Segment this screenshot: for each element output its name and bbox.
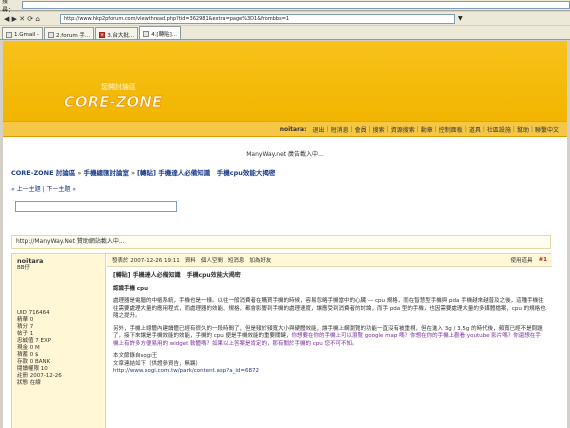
post-meta-bar: 發表於 2007-12-26 19:11 資料 個人空間 短消息 加為好友 使用…: [107, 254, 552, 267]
author-stats: UID 716464 精華 0 積分 7 帖子 1 忠誠值 7 EXP 現金 0…: [17, 310, 100, 387]
stat-posts: 帖子 1: [17, 331, 34, 337]
stat-read-permission: 閱讀權限 10: [17, 366, 48, 372]
tab-strip: 1.Gmail - 2.forum 手... ✕ 3.台大批... 4.[轉貼]…: [0, 26, 570, 40]
post-link-message[interactable]: 短消息: [228, 256, 245, 264]
stat-digest: 精華 0: [17, 317, 34, 323]
nav-username[interactable]: noitara:: [280, 126, 307, 133]
nav-medals[interactable]: 勳章: [421, 125, 433, 134]
x-icon: ✕: [99, 31, 106, 38]
source-link-label: 文章連結如下（供證參資告，無羈）: [113, 360, 202, 367]
nav-members[interactable]: 會員: [355, 125, 367, 134]
use-tool-link[interactable]: 使用道具: [511, 256, 533, 264]
forum-navbar: noitara: 退出 | 短消息 | 會員 | 搜索 | 資源搜索 | 勳章 | 控制面板…: [3, 121, 567, 137]
breadcrumb-forum[interactable]: CORE-ZONE 討論區: [11, 169, 75, 177]
nav-search[interactable]: 搜索: [373, 125, 385, 134]
nav-facilities[interactable]: 社區設施: [487, 125, 511, 134]
post-paragraph-2: 另外，手機上總體內建讀體已經有很久的一段時間了，但是頻於頻寬大小與硬體效能，讓手…: [113, 325, 543, 347]
site-logo[interactable]: CORE-ZONE: [63, 87, 163, 113]
post-body: [轉貼] 手機達人必備知識 手機cpu效能大揭密 認識手機 cpu 處理器是電腦…: [107, 267, 552, 381]
stat-status: 狀態 在線: [17, 380, 41, 386]
nav-tools[interactable]: 道具: [469, 125, 481, 134]
thread-pager[interactable]: « 上一主題 | 下一主題 »: [11, 184, 76, 193]
url-dropdown-icon[interactable]: ▼: [458, 15, 463, 22]
logo-text: CORE-ZONE: [64, 93, 163, 111]
post-title: [轉貼] 手機達人必備知識 手機cpu效能大揭密: [113, 272, 241, 279]
post-time: 發表於 2007-12-26 19:11: [112, 258, 180, 264]
post-link-space[interactable]: 個人空間: [201, 256, 223, 264]
breadcrumb: CORE-ZONE 討論區 » 手機總匯討論室 » [轉貼] 手機達人必備知識 …: [11, 169, 276, 177]
breadcrumb-thread: [轉貼] 手機達人必備知識 手機cpu效能大揭密: [137, 169, 276, 177]
sponsor-ad-bar: http://ManyWay.Net 贊助網站載入中...: [11, 235, 551, 249]
tab-label: 3.台大批...: [107, 32, 135, 39]
tab-label: 4.[轉貼]...: [151, 32, 177, 38]
nav-help[interactable]: 幫助: [517, 125, 529, 134]
post-heading: 認識手機 cpu: [113, 285, 149, 292]
nav-control-panel[interactable]: 控制面板: [439, 125, 463, 134]
address-bar: ◀ ▶ ✕ ⟳ ⌂ http://www.hkp2pforum.com/view…: [0, 12, 570, 25]
breadcrumb-board[interactable]: 手機總匯討論室: [83, 169, 129, 177]
nav-arrows[interactable]: ◀ ▶ ✕ ⟳ ⌂: [4, 15, 60, 23]
stat-cash: 現金 0 M: [17, 345, 40, 351]
page-icon: [6, 31, 12, 38]
post-main: 發表於 2007-12-26 19:11 資料 個人空間 短消息 加為好友 使用…: [107, 254, 552, 428]
tab-label: 2.forum 手...: [56, 32, 91, 39]
stat-deposit: 存款 0 BANK: [17, 359, 51, 365]
post-container: noitara BB仔 UID 716464 精華 0 積分 7 帖子 1 忠誠…: [11, 253, 552, 428]
nav-logout[interactable]: 退出: [313, 125, 325, 134]
site-banner: 您開討論區 CORE-ZONE: [3, 41, 567, 121]
post-link-profile[interactable]: 資料: [185, 256, 196, 264]
nav-resource-search[interactable]: 資源搜索: [391, 125, 415, 134]
stat-savings: 積蓄 0 $: [17, 352, 39, 358]
nav-messages[interactable]: 短消息: [331, 125, 349, 134]
tab-label: 1.Gmail -: [14, 31, 40, 38]
web-page: 您開討論區 CORE-ZONE noitara: 退出 | 短消息 | 會員 | 搜索…: [3, 41, 567, 428]
stat-loyalty: 忠誠值 7 EXP: [17, 338, 52, 344]
ad-loading-text: ManyWay.net 廣告載入中...: [246, 151, 324, 158]
author-name[interactable]: noitara: [17, 258, 100, 265]
page-icon: [48, 31, 55, 38]
tab-gmail[interactable]: 1.Gmail -: [2, 27, 44, 39]
ad-placeholder-box: [15, 201, 177, 212]
url-field[interactable]: http://www.hkp2pforum.com/viewthread.php…: [60, 13, 455, 24]
tab-forum[interactable]: 2.forum 手...: [44, 27, 95, 39]
tab-taida[interactable]: ✕ 3.台大批...: [95, 27, 139, 39]
post-link-add-friend[interactable]: 加為好友: [249, 256, 271, 264]
stat-uid: UID 716464: [17, 310, 50, 316]
browser-search-bar: 搜尋：: [0, 0, 570, 14]
stat-points: 積分 7: [17, 324, 34, 330]
author-sidebar: noitara BB仔 UID 716464 精華 0 積分 7 帖子 1 忠誠…: [12, 254, 106, 428]
source-label: 本文節錄自sogi王: [113, 353, 158, 359]
browser-search-input[interactable]: [21, 1, 570, 9]
post-floor-number[interactable]: #1: [539, 257, 547, 263]
stat-registered: 註冊 2007-12-26: [17, 373, 62, 379]
tab-current[interactable]: 4.[轉貼]...: [139, 26, 181, 39]
source-url-link[interactable]: http://www.sogi.com.tw/park/content.asp?…: [113, 368, 259, 374]
post-paragraph-1: 處理器是電腦的中樞系統，手機也是一樣。以往一般消費者在購買手機的時候，容易忽略手…: [113, 298, 546, 319]
author-rank: BB仔: [17, 265, 31, 271]
page-icon: [143, 31, 150, 37]
nav-contact[interactable]: 聯繫中文: [535, 125, 559, 134]
